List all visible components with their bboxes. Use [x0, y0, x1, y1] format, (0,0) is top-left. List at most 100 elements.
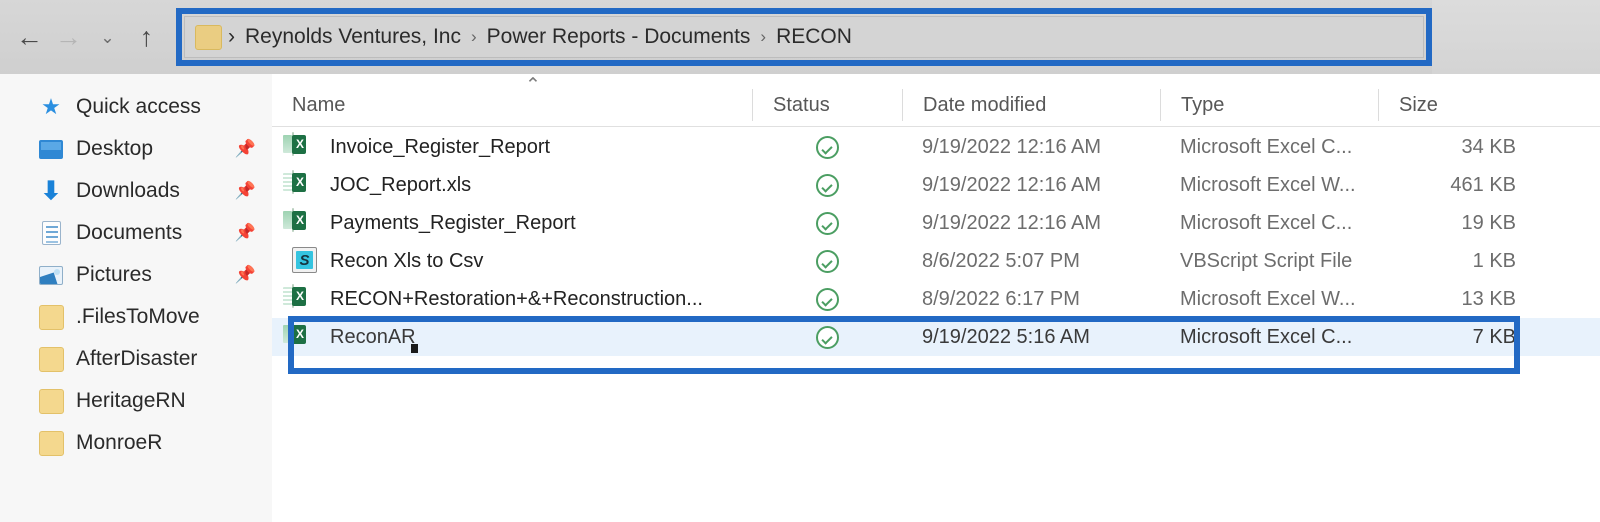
available-check-icon — [815, 211, 839, 235]
excel-csv-icon — [283, 208, 318, 237]
sidebar-item-label: Documents — [76, 221, 183, 244]
file-status-cell — [752, 204, 902, 242]
toolbar-filler — [1432, 0, 1600, 74]
sidebar-item-label: Desktop — [76, 137, 154, 160]
forward-icon: → — [55, 21, 82, 52]
sidebar-item-pictures[interactable]: Pictures 📌 — [0, 254, 272, 296]
file-size-cell: 1 KB — [1472, 249, 1516, 272]
file-date-cell: 9/19/2022 12:16 AM — [922, 211, 1102, 234]
star-icon: ★ — [41, 94, 61, 119]
column-header-name[interactable]: Name — [272, 89, 752, 121]
excel-worksheet-icon — [283, 170, 318, 199]
file-status-cell — [752, 280, 902, 318]
file-name-cell[interactable]: Recon Xls to Csv — [272, 242, 752, 280]
file-name-cell[interactable]: JOC_Report.xls — [272, 166, 752, 204]
sidebar-item-filestomove[interactable]: .FilesToMove — [0, 296, 272, 338]
back-icon[interactable]: ← — [13, 20, 47, 54]
column-header-type[interactable]: Type — [1160, 89, 1378, 121]
excel-worksheet-icon — [283, 284, 318, 313]
table-row[interactable]: Payments_Register_Report 9/19/2022 12:16… — [272, 204, 1600, 242]
file-date-cell: 8/9/2022 6:17 PM — [922, 287, 1080, 310]
table-row[interactable]: JOC_Report.xls 9/19/2022 12:16 AM Micros… — [272, 166, 1600, 204]
available-check-icon — [815, 287, 839, 311]
file-name-text: RECON+Restoration+&+Reconstruction... — [330, 287, 703, 310]
sidebar-item-downloads[interactable]: ⬇ Downloads 📌 — [0, 170, 272, 212]
vbscript-icon — [292, 247, 318, 275]
sidebar-item-label: MonroeR — [76, 431, 163, 454]
file-type-cell: Microsoft Excel W... — [1180, 173, 1356, 196]
sidebar-item-label: HeritageRN — [76, 389, 186, 412]
sidebar-item-label: Downloads — [76, 179, 180, 202]
file-type-cell: Microsoft Excel C... — [1180, 211, 1353, 234]
column-header-row: Name Status Date modified Type Size — [272, 84, 1600, 127]
download-icon: ⬇ — [40, 176, 62, 205]
folder-icon — [38, 304, 64, 330]
column-header-date[interactable]: Date modified — [902, 89, 1160, 121]
file-name-cell[interactable]: Invoice_Register_Report — [272, 128, 752, 166]
explorer-toolbar: ← → ⌄ ↑ › Reynolds Ventures, Inc › Power… — [0, 0, 1600, 75]
file-type-cell: Microsoft Excel W... — [1180, 287, 1356, 310]
up-icon[interactable]: ↑ — [130, 20, 164, 54]
file-date-cell: 9/19/2022 12:16 AM — [922, 135, 1102, 158]
sidebar-item-monroer[interactable]: MonroeR — [0, 422, 272, 464]
file-status-cell — [752, 318, 902, 356]
file-name-text: Payments_Register_Report — [330, 211, 576, 234]
file-size-cell: 461 KB — [1450, 173, 1516, 196]
column-header-status[interactable]: Status — [752, 89, 902, 121]
file-name-text: JOC_Report.xls — [330, 173, 472, 196]
file-name-cell[interactable]: Payments_Register_Report — [272, 204, 752, 242]
file-type-cell: Microsoft Excel C... — [1180, 325, 1353, 348]
document-icon — [38, 220, 64, 246]
folder-icon — [38, 346, 64, 372]
table-row[interactable]: Invoice_Register_Report 9/19/2022 12:16 … — [272, 128, 1600, 166]
sidebar-item-label: AfterDisaster — [76, 347, 198, 370]
navigation-buttons: ← → ⌄ ↑ — [0, 0, 176, 74]
file-name-text: ReconAR — [330, 325, 416, 348]
excel-csv-icon — [283, 132, 318, 161]
column-header-size[interactable]: Size — [1378, 89, 1538, 121]
file-size-cell: 13 KB — [1461, 287, 1516, 310]
file-type-cell: VBScript Script File — [1180, 249, 1353, 272]
sidebar-item-label: Pictures — [76, 263, 152, 286]
file-rows: Invoice_Register_Report 9/19/2022 12:16 … — [272, 128, 1600, 356]
file-status-cell — [752, 166, 902, 204]
table-row[interactable]: Recon Xls to Csv 8/6/2022 5:07 PM VBScri… — [272, 242, 1600, 280]
file-name-text: Recon Xls to Csv — [330, 249, 484, 272]
folder-icon — [38, 430, 64, 456]
sidebar-item-label: .FilesToMove — [76, 305, 200, 328]
file-name-cell[interactable]: ReconAR — [272, 318, 752, 356]
pin-icon[interactable]: 📌 — [235, 139, 256, 159]
sidebar-item-quick-access[interactable]: ★ Quick access — [0, 86, 272, 128]
pin-icon[interactable]: 📌 — [235, 181, 256, 201]
file-name-cell[interactable]: RECON+Restoration+&+Reconstruction... — [272, 280, 752, 318]
mouse-cursor — [411, 344, 418, 353]
available-check-icon — [815, 135, 839, 159]
file-date-cell: 8/6/2022 5:07 PM — [922, 249, 1080, 272]
navigation-sidebar: ★ Quick access Desktop 📌 ⬇ Downloads 📌 D… — [0, 74, 273, 522]
desktop-icon — [38, 136, 64, 162]
sidebar-item-afterdisaster[interactable]: AfterDisaster — [0, 338, 272, 380]
excel-csv-icon — [283, 322, 318, 351]
sidebar-item-desktop[interactable]: Desktop 📌 — [0, 128, 272, 170]
pin-icon[interactable]: 📌 — [235, 223, 256, 243]
folder-icon — [38, 388, 64, 414]
available-check-icon — [815, 249, 839, 273]
table-row[interactable]: RECON+Restoration+&+Reconstruction... 8/… — [272, 280, 1600, 318]
file-name-text: Invoice_Register_Report — [330, 135, 551, 158]
chevron-down-icon[interactable]: ⌄ — [91, 20, 125, 54]
sidebar-item-heritagern[interactable]: HeritageRN — [0, 380, 272, 422]
available-check-icon — [815, 173, 839, 197]
file-size-cell: 34 KB — [1461, 135, 1516, 158]
table-row[interactable]: ReconAR 9/19/2022 5:16 AM Microsoft Exce… — [272, 318, 1600, 356]
pin-icon[interactable]: 📌 — [235, 265, 256, 285]
explorer-body: ★ Quick access Desktop 📌 ⬇ Downloads 📌 D… — [0, 74, 1600, 522]
available-check-icon — [815, 325, 839, 349]
sidebar-item-label: Quick access — [76, 95, 201, 118]
address-bar-annotation-box — [176, 8, 1432, 66]
sidebar-item-documents[interactable]: Documents 📌 — [0, 212, 272, 254]
file-status-cell — [752, 128, 902, 166]
file-date-cell: 9/19/2022 12:16 AM — [922, 173, 1102, 196]
file-size-cell: 19 KB — [1461, 211, 1516, 234]
pictures-icon — [38, 262, 64, 288]
file-type-cell: Microsoft Excel C... — [1180, 135, 1353, 158]
